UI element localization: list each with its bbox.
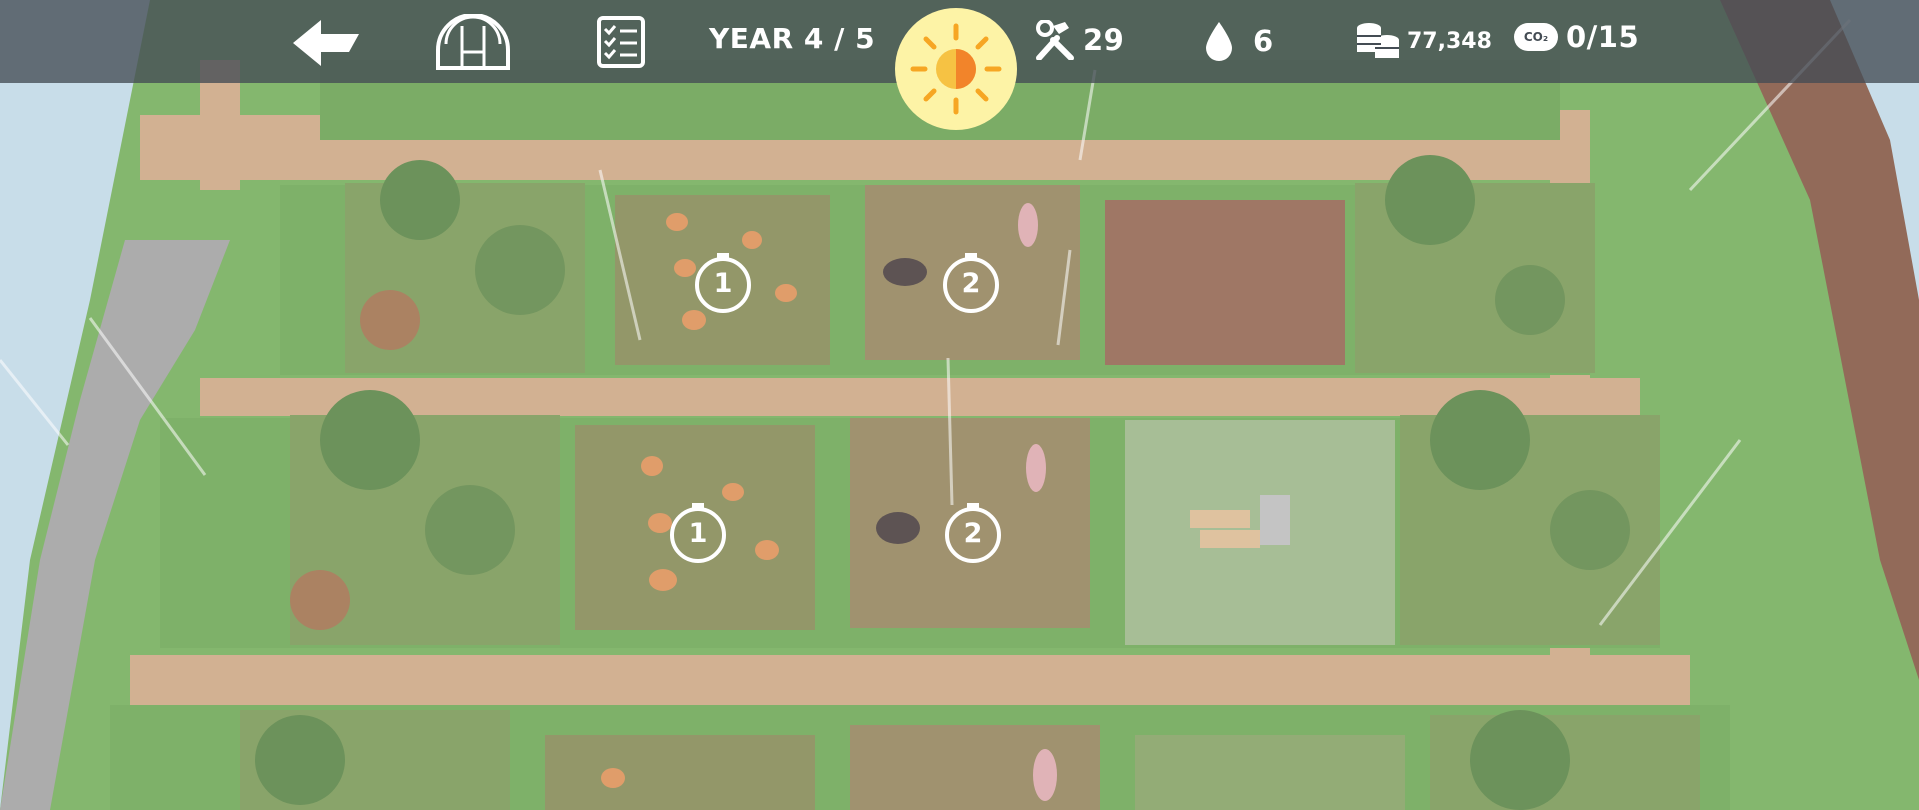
water-counter: 6 — [1203, 20, 1274, 62]
weather-button[interactable] — [895, 8, 1017, 130]
barn-button[interactable] — [432, 14, 514, 72]
timer-value: 1 — [713, 268, 733, 299]
barn-icon — [436, 14, 510, 70]
co2-counter: CO₂ 0/15 — [1514, 20, 1639, 54]
plot-timer-row1-pigs[interactable]: 2 — [941, 253, 1001, 313]
tasks-button[interactable] — [595, 15, 649, 69]
coins-icon — [1357, 23, 1399, 58]
back-button[interactable] — [291, 18, 361, 68]
plot-timer-row2-chickens[interactable]: 1 — [668, 503, 728, 563]
checklist-icon — [597, 16, 645, 68]
water-drop-icon — [1206, 22, 1232, 61]
coins-counter: 77,348 — [1355, 20, 1492, 62]
timer-value: 1 — [688, 518, 708, 549]
co2-cloud-icon: CO₂ — [1514, 23, 1558, 51]
timer-value: 2 — [961, 268, 981, 299]
year-label: YEAR 4 / 5 — [709, 22, 876, 55]
tools-icon — [1036, 20, 1074, 60]
tools-count: 29 — [1083, 23, 1125, 57]
tools-counter: 29 — [1033, 20, 1124, 60]
plot-timer-row1-chickens[interactable]: 1 — [693, 253, 753, 313]
back-arrow-icon — [293, 20, 359, 66]
sun-icon — [910, 23, 1002, 115]
water-count: 6 — [1253, 24, 1274, 58]
plot-timer-row2-pigs[interactable]: 2 — [943, 503, 1003, 563]
co2-count: 0/15 — [1566, 20, 1640, 54]
timer-value: 2 — [963, 518, 983, 549]
coins-count: 77,348 — [1407, 28, 1492, 54]
